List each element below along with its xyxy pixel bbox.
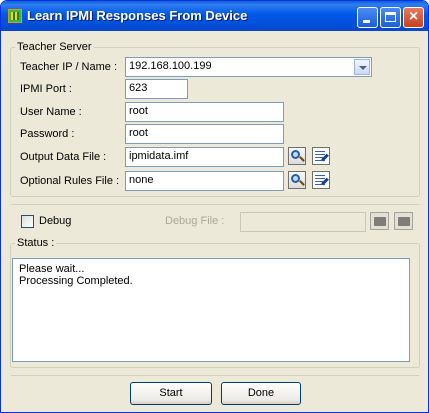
user-name-label: User Name : [20, 106, 82, 118]
edit-rules-icon[interactable] [312, 171, 330, 189]
status-line: Processing Completed. [19, 275, 133, 287]
browse-output-search-icon[interactable] [288, 147, 306, 165]
ipmi-port-label: IPMI Port : [20, 83, 72, 95]
teacher-ip-label: Teacher IP / Name : [20, 61, 118, 73]
debug-checkbox-label: Debug [39, 215, 72, 227]
user-name-input[interactable]: root [125, 102, 284, 122]
debug-save-folder-icon[interactable] [394, 212, 413, 230]
minimize-button[interactable] [357, 7, 378, 28]
footer-divider [11, 375, 419, 376]
optional-rules-file-input[interactable]: none [125, 171, 284, 191]
minimize-icon [363, 20, 370, 23]
close-icon: × [408, 8, 419, 25]
debug-file-label: Debug File : [165, 215, 225, 227]
edit-output-icon[interactable] [312, 147, 330, 165]
window-title: Learn IPMI Responses From Device [27, 8, 248, 23]
title-bar[interactable]: Learn IPMI Responses From Device × [1, 1, 428, 31]
chevron-down-icon[interactable] [354, 59, 370, 75]
done-button[interactable]: Done [221, 382, 301, 405]
output-data-file-label: Output Data File : [20, 151, 107, 163]
debug-file-input[interactable] [240, 212, 366, 232]
app-grid-icon [8, 9, 22, 23]
status-legend: Status : [15, 237, 57, 249]
optional-rules-file-label: Optional Rules File : [20, 175, 120, 187]
maximize-icon [385, 12, 396, 22]
teacher-ip-value: 192.168.100.199 [129, 60, 212, 72]
password-input[interactable]: root [125, 124, 284, 144]
section-divider [11, 204, 419, 205]
browse-rules-search-icon[interactable] [288, 171, 306, 189]
teacher-ip-combo[interactable]: 192.168.100.199 [125, 57, 372, 77]
teacher-server-legend: Teacher Server [15, 41, 94, 53]
status-line: Please wait... [19, 263, 85, 275]
status-log[interactable]: Please wait... Processing Completed. [12, 258, 410, 362]
debug-checkbox[interactable] [21, 215, 34, 228]
password-label: Password : [20, 128, 75, 140]
maximize-button[interactable] [380, 7, 401, 28]
close-button[interactable]: × [403, 7, 424, 28]
ipmi-port-input[interactable]: 623 [125, 79, 188, 99]
debug-browse-folder-icon[interactable] [370, 212, 389, 230]
dialog-window: Learn IPMI Responses From Device × Teach… [0, 0, 429, 413]
start-button[interactable]: Start [130, 382, 212, 405]
output-data-file-input[interactable]: ipmidata.imf [125, 147, 284, 167]
